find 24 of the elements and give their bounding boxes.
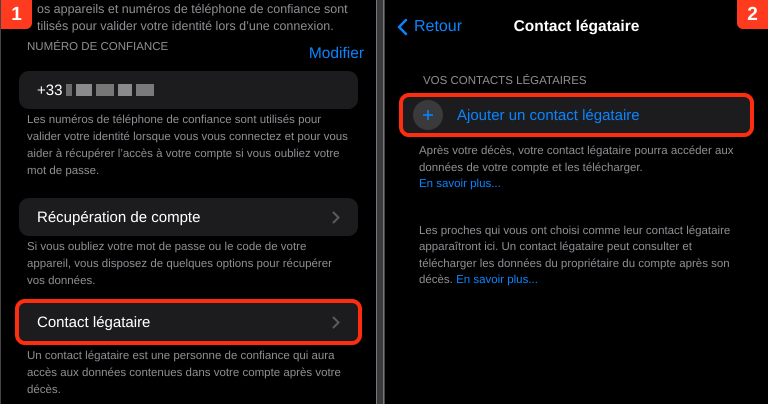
row-note: Un contact légataire est une personne de confiance qui aura accès aux données contenues dans votre compte après votre décès.	[26, 349, 342, 398]
phone-prefix: +33	[37, 82, 62, 98]
settings-row[interactable]: Contact légataire	[15, 299, 362, 345]
phone-note: Les numéros de téléphone de confiance sont utilisés pour valider votre identité lorsque vous vous connectez et pour vous aider à récupérer l’accès à votre compte si vous oubliez votre mot de passe.	[26, 113, 349, 179]
settings-row[interactable]: Récupération de compte	[19, 198, 358, 236]
intro-text: os appareils et numéros de téléphone de confiance sont	[37, 1, 349, 18]
back-chevron-icon	[397, 18, 408, 36]
legacy-note: Après votre décès, votre contact légataire pourra accéder aux données de votre compte et les télécharger. En savoir plus...	[418, 144, 735, 192]
screen-title: Contact légataire	[514, 18, 640, 35]
add-contact-button[interactable]: Ajouter un contact légataire	[399, 93, 754, 137]
chevron-icon	[332, 316, 340, 328]
intro-text: tilisés pour valider votre identité lors d’une connexion.	[37, 18, 335, 35]
chevron-icon	[332, 210, 340, 224]
step-badge: 2	[737, 0, 768, 29]
step-badge: 1	[1, 0, 32, 29]
legacy-note: Les proches qui vous ont choisi comme leur contact légataire apparaîtront ici. Un contact légataire peut consulter et télécharger les données du propriétaire du compte après son décès. En savoir plus...	[418, 224, 732, 288]
learn-more-link[interactable]: En savoir plus...	[419, 178, 501, 190]
back-button[interactable]: Retour	[397, 18, 462, 36]
learn-more-link[interactable]: En savoir plus...	[456, 274, 538, 286]
row-note: Si vous oubliez votre mot de passe ou le code de votre appareil, vous disposez de quelques options pour récupérer vos données.	[26, 240, 333, 289]
section-header: NUMÉRO DE CONFIANCE	[27, 41, 168, 53]
edit-link[interactable]: Modifier	[308, 45, 364, 63]
plus-icon	[413, 100, 443, 130]
section-header: VOS CONTACTS LÉGATAIRES	[423, 75, 587, 87]
